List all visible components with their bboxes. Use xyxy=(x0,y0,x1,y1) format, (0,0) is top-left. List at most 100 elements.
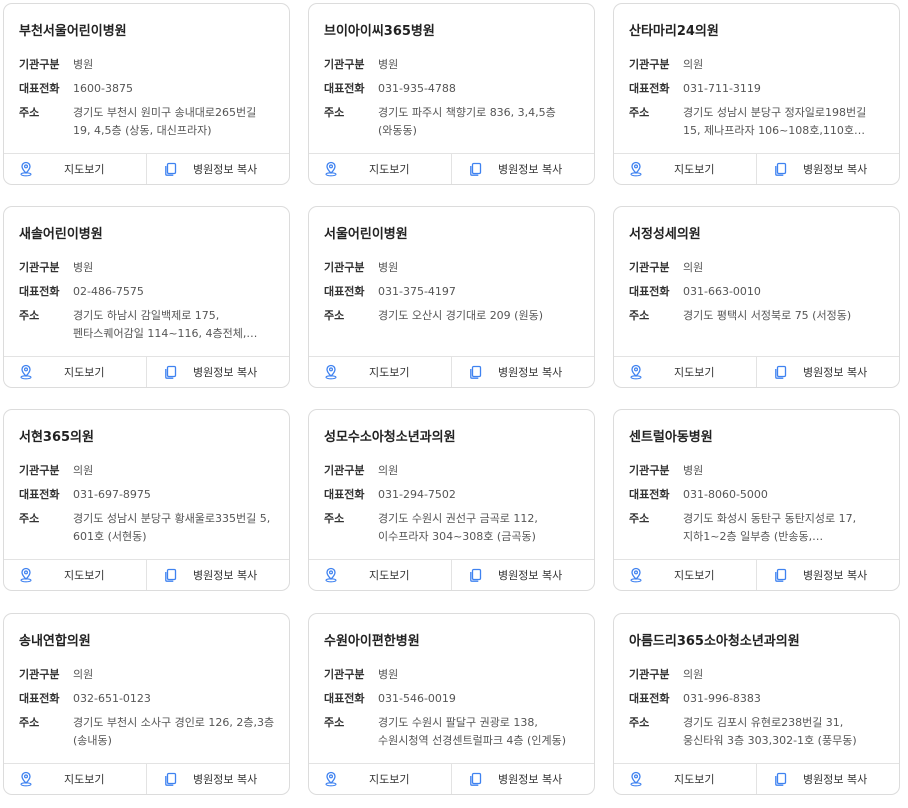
copy-info-button[interactable]: 병원정보 복사 xyxy=(146,764,289,794)
address-label: 주소 xyxy=(324,106,345,119)
address-row: 주소 경기도 화성시 동탄구 동탄지성로 17, 지하1~2층 일부층 (반송동… xyxy=(629,510,887,546)
copy-info-button[interactable]: 병원정보 복사 xyxy=(146,154,289,184)
address-label: 주소 xyxy=(324,512,345,525)
copy-icon xyxy=(773,567,789,583)
copy-info-button[interactable]: 병원정보 복사 xyxy=(756,357,899,387)
copy-button-label: 병원정보 복사 xyxy=(803,366,868,379)
copy-info-button[interactable]: 병원정보 복사 xyxy=(451,154,594,184)
map-button[interactable]: 지도보기 xyxy=(309,154,451,184)
address-row: 주소 경기도 성남시 분당구 황새울로335번길 5, 601호 (서현동) xyxy=(19,510,277,546)
address-row: 주소 경기도 수원시 권선구 금곡로 112, 이수프라자 304~308호 (… xyxy=(324,510,582,546)
map-button-label: 지도보기 xyxy=(369,163,410,176)
copy-icon xyxy=(468,161,484,177)
hospital-card: 서정성세의원 기관구분 의원 대표전화 031-663-0010 주소 경기도 … xyxy=(613,206,900,388)
type-row: 기관구분 의원 xyxy=(19,462,277,480)
address-value: 경기도 하남시 감일백제로 175, 펜타스퀘어감일 114~116, 4층전체… xyxy=(73,309,247,340)
address-label: 주소 xyxy=(629,716,650,729)
hospital-name: 산타마리24의원 xyxy=(629,24,719,39)
phone-label: 대표전화 xyxy=(19,488,60,501)
hospital-info: 기관구분 의원 대표전화 031-996-8383 주소 경기도 김포시 유현로… xyxy=(629,666,887,756)
type-label: 기관구분 xyxy=(629,464,670,477)
address-value: 경기도 화성시 동탄구 동탄지성로 17, 지하1~2층 일부층 (반송동, 풍… xyxy=(683,512,857,543)
phone-row: 대표전화 031-711-3119 xyxy=(629,80,887,98)
hospital-card: 성모수소아청소년과의원 기관구분 의원 대표전화 031-294-7502 주소… xyxy=(308,409,595,591)
hospital-name: 수원아이편한병원 xyxy=(324,634,420,649)
map-button[interactable]: 지도보기 xyxy=(614,357,756,387)
map-button[interactable]: 지도보기 xyxy=(309,560,451,590)
type-value: 병원 xyxy=(73,58,94,71)
phone-row: 대표전화 02-486-7575 xyxy=(19,283,277,301)
map-button[interactable]: 지도보기 xyxy=(614,764,756,794)
phone-label: 대표전화 xyxy=(629,82,670,95)
map-button-label: 지도보기 xyxy=(64,163,105,176)
map-button[interactable]: 지도보기 xyxy=(614,154,756,184)
address-label: 주소 xyxy=(324,716,345,729)
map-button[interactable]: 지도보기 xyxy=(4,154,146,184)
map-pin-icon xyxy=(323,364,339,380)
type-row: 기관구분 의원 xyxy=(19,666,277,684)
map-button[interactable]: 지도보기 xyxy=(4,764,146,794)
map-button-label: 지도보기 xyxy=(369,569,410,582)
type-label: 기관구분 xyxy=(324,464,365,477)
card-actions: 지도보기 병원정보 복사 xyxy=(614,559,899,590)
phone-row: 대표전화 032-651-0123 xyxy=(19,690,277,708)
copy-info-button[interactable]: 병원정보 복사 xyxy=(756,154,899,184)
hospital-name: 브이아이씨365병원 xyxy=(324,24,435,39)
copy-info-button[interactable]: 병원정보 복사 xyxy=(451,357,594,387)
address-label: 주소 xyxy=(324,309,345,322)
copy-info-button[interactable]: 병원정보 복사 xyxy=(451,560,594,590)
map-button[interactable]: 지도보기 xyxy=(309,764,451,794)
copy-info-button[interactable]: 병원정보 복사 xyxy=(146,560,289,590)
address-value: 경기도 수원시 권선구 금곡로 112, 이수프라자 304~308호 (금곡동… xyxy=(378,512,538,543)
type-value: 의원 xyxy=(683,261,704,274)
type-value: 병원 xyxy=(378,261,399,274)
address-label: 주소 xyxy=(19,512,40,525)
type-row: 기관구분 의원 xyxy=(629,259,887,277)
address-label: 주소 xyxy=(629,106,650,119)
address-value: 경기도 오산시 경기대로 209 (원동) xyxy=(378,309,544,322)
copy-icon xyxy=(163,567,179,583)
address-value: 경기도 부천시 소사구 경인로 126, 2층,3층 (송내동) xyxy=(73,716,275,747)
phone-value: 031-711-3119 xyxy=(683,82,761,95)
hospital-card: 브이아이씨365병원 기관구분 병원 대표전화 031-935-4788 주소 … xyxy=(308,3,595,185)
address-value: 경기도 성남시 분당구 정자일로198번길 15, 제나프라자 106~108호… xyxy=(683,106,867,137)
phone-row: 대표전화 1600-3875 xyxy=(19,80,277,98)
hospital-card: 센트럴아동병원 기관구분 병원 대표전화 031-8060-5000 주소 경기… xyxy=(613,409,900,591)
map-button-label: 지도보기 xyxy=(674,569,715,582)
address-row: 주소 경기도 성남시 분당구 정자일로198번길 15, 제나프라자 106~1… xyxy=(629,104,887,140)
type-value: 병원 xyxy=(683,464,704,477)
card-actions: 지도보기 병원정보 복사 xyxy=(4,763,289,794)
copy-info-button[interactable]: 병원정보 복사 xyxy=(451,764,594,794)
map-button[interactable]: 지도보기 xyxy=(4,560,146,590)
phone-value: 031-546-0019 xyxy=(378,692,456,705)
copy-button-label: 병원정보 복사 xyxy=(193,569,258,582)
type-label: 기관구분 xyxy=(19,58,60,71)
phone-label: 대표전화 xyxy=(629,692,670,705)
copy-info-button[interactable]: 병원정보 복사 xyxy=(146,357,289,387)
copy-info-button[interactable]: 병원정보 복사 xyxy=(756,764,899,794)
map-button[interactable]: 지도보기 xyxy=(614,560,756,590)
map-button[interactable]: 지도보기 xyxy=(4,357,146,387)
map-button-label: 지도보기 xyxy=(64,569,105,582)
type-row: 기관구분 병원 xyxy=(629,462,887,480)
hospital-info: 기관구분 의원 대표전화 032-651-0123 주소 경기도 부천시 소사구… xyxy=(19,666,277,756)
address-label: 주소 xyxy=(629,512,650,525)
hospital-card: 서울어린이병원 기관구분 병원 대표전화 031-375-4197 주소 경기도… xyxy=(308,206,595,388)
hospital-name: 새솔어린이병원 xyxy=(19,227,103,242)
type-label: 기관구분 xyxy=(324,58,365,71)
copy-button-label: 병원정보 복사 xyxy=(193,366,258,379)
type-label: 기관구분 xyxy=(629,58,670,71)
phone-row: 대표전화 031-663-0010 xyxy=(629,283,887,301)
copy-info-button[interactable]: 병원정보 복사 xyxy=(756,560,899,590)
address-label: 주소 xyxy=(19,106,40,119)
copy-icon xyxy=(163,364,179,380)
hospital-name: 부천서울어린이병원 xyxy=(19,24,127,39)
map-button[interactable]: 지도보기 xyxy=(309,357,451,387)
phone-value: 1600-3875 xyxy=(73,82,133,95)
address-label: 주소 xyxy=(19,716,40,729)
hospital-info: 기관구분 의원 대표전화 031-711-3119 주소 경기도 성남시 분당구… xyxy=(629,56,887,146)
copy-icon xyxy=(773,771,789,787)
type-label: 기관구분 xyxy=(324,261,365,274)
hospital-card-grid: 부천서울어린이병원 기관구분 병원 대표전화 1600-3875 주소 경기도 … xyxy=(0,0,908,808)
hospital-info: 기관구분 병원 대표전화 031-935-4788 주소 경기도 파주시 책향기… xyxy=(324,56,582,146)
